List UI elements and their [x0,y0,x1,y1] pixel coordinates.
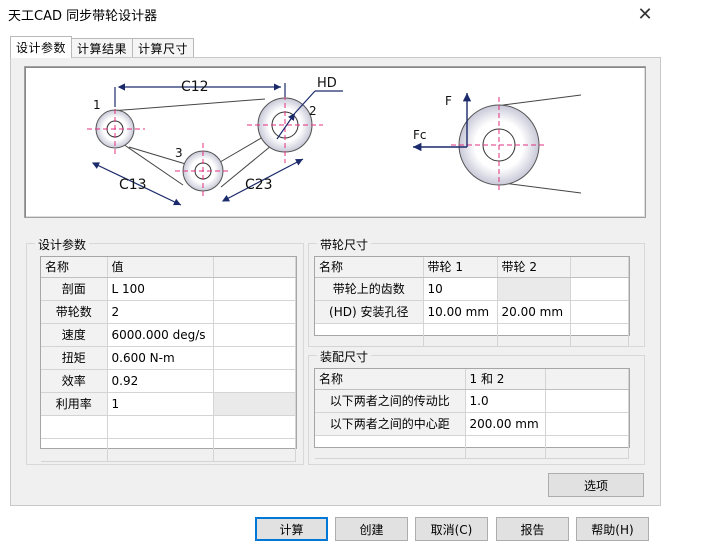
design-params-grid: 名称 值 剖面 L 100 带轮数 2 速度 6000.000 deg/s 扭矩… [40,256,297,462]
param-value[interactable]: 1 [107,392,214,416]
pulley-2-value[interactable]: 20.00 mm [497,300,571,324]
table-row: 利用率 1 [41,392,296,416]
param-value[interactable]: 0.600 N-m [107,346,214,370]
belt-diagram-svg: C12 C13 C23 HD 1 2 3 F Fc [87,76,582,206]
report-button[interactable]: 报告 [496,517,569,541]
table-row: 速度 6000.000 deg/s [41,323,296,347]
header-name: 名称 [315,369,466,390]
label-c23: C23 [245,177,273,193]
help-button[interactable]: 帮助(H) [576,517,649,541]
table-row: 效率 0.92 [41,369,296,393]
tab-strip: 设计参数 计算结果 计算尺寸 [10,36,195,58]
table-row: 带轮上的齿数 10 [315,277,629,301]
options-button[interactable]: 选项 [548,473,644,497]
label-c12: C12 [181,79,209,95]
table-row: 以下两者之间的传动比 1.0 [315,389,629,413]
tab-calc-dimensions[interactable]: 计算尺寸 [132,38,195,58]
pulley-param-name: 带轮上的齿数 [315,277,424,301]
pulley-dims-title: 带轮尺寸 [317,236,372,253]
belt-diagram: C12 C13 C23 HD 1 2 3 F Fc [24,66,646,218]
label-hd: HD [317,76,337,91]
cancel-button[interactable]: 取消(C) [415,517,488,541]
param-value[interactable]: 2 [107,300,214,324]
assembly-value[interactable]: 1.0 [465,389,546,413]
param-value[interactable]: 0.92 [107,369,214,393]
pulley-2-value [497,277,571,301]
window-title: 天工CAD 同步带轮设计器 [8,9,158,24]
header-pulley-1: 带轮 1 [423,257,498,278]
header-pair: 1 和 2 [465,369,546,390]
pulley-1-value[interactable]: 10 [423,277,498,301]
close-icon[interactable]: ✕ [630,0,660,28]
pulley-dims-grid: 名称 带轮 1 带轮 2 带轮上的齿数 10 (HD) 安装孔径 10.00 m… [314,256,630,347]
header-pulley-2: 带轮 2 [497,257,571,278]
param-value[interactable]: L 100 [107,277,214,301]
pulley-param-name: (HD) 安装孔径 [315,300,424,324]
header-value: 值 [107,257,214,278]
header-name: 名称 [41,257,108,278]
assembly-dims-title: 装配尺寸 [317,348,372,365]
tab-calc-results[interactable]: 计算结果 [71,38,134,58]
table-row: 带轮数 2 [41,300,296,324]
label-pulley-1: 1 [93,98,101,112]
create-button[interactable]: 创建 [335,517,408,541]
table-row: 扭矩 0.600 N-m [41,346,296,370]
label-pulley-2: 2 [309,104,317,118]
label-pulley-3: 3 [175,146,183,160]
param-name: 扭矩 [41,346,108,370]
assembly-value[interactable]: 200.00 mm [465,412,546,436]
table-row: 以下两者之间的中心距 200.00 mm [315,412,629,436]
assembly-dims-grid: 名称 1 和 2 以下两者之间的传动比 1.0 以下两者之间的中心距 200.0… [314,368,630,459]
param-name: 效率 [41,369,108,393]
design-params-title: 设计参数 [35,236,90,253]
pulley-1-value[interactable]: 10.00 mm [423,300,498,324]
header-name: 名称 [315,257,424,278]
assembly-param-name: 以下两者之间的传动比 [315,389,466,413]
label-c13: C13 [119,177,147,193]
param-name: 速度 [41,323,108,347]
param-name: 剖面 [41,277,108,301]
param-name: 带轮数 [41,300,108,324]
assembly-param-name: 以下两者之间的中心距 [315,412,466,436]
calculate-button[interactable]: 计算 [255,517,328,541]
label-force-f: F [445,94,452,108]
label-force-fc: Fc [413,128,427,142]
table-row: 剖面 L 100 [41,277,296,301]
param-name: 利用率 [41,392,108,416]
param-value[interactable]: 6000.000 deg/s [107,323,214,347]
tab-design-params[interactable]: 设计参数 [10,36,73,58]
table-row: (HD) 安装孔径 10.00 mm 20.00 mm [315,300,629,324]
